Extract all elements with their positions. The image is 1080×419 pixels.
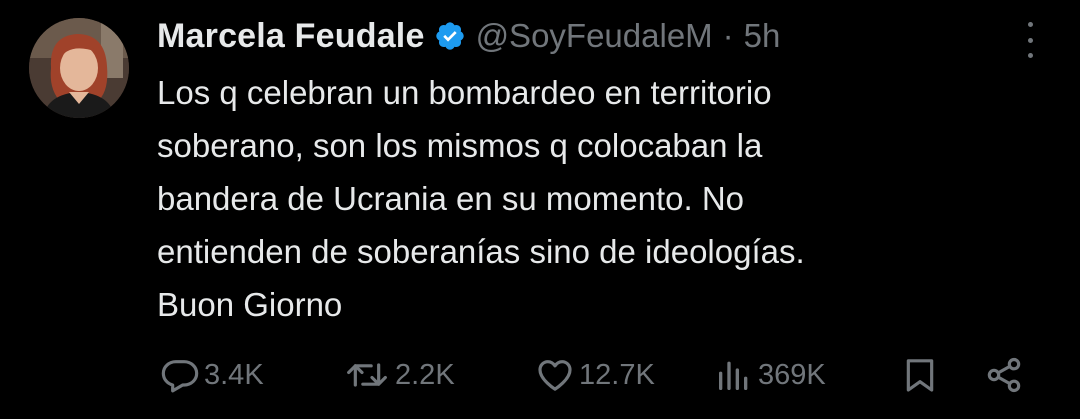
more-options-button[interactable] <box>1018 22 1042 58</box>
tweet-text: Los q celebran un bombardeo en territori… <box>157 66 1037 331</box>
separator-dot: · <box>722 17 734 54</box>
more-icon-dot <box>1027 53 1033 58</box>
timestamp[interactable]: 5h <box>744 17 781 55</box>
heart-icon <box>538 360 572 391</box>
bookmark-icon <box>906 359 934 392</box>
tweet-header: Marcela Feudale @SoyFeudaleM · 5h <box>157 16 780 56</box>
bookmark-button[interactable] <box>900 350 940 400</box>
reply-count: 3.4K <box>204 358 264 391</box>
avatar-image <box>29 18 129 118</box>
more-icon-dot <box>1027 22 1033 27</box>
repost-button[interactable]: 2.2K <box>343 350 455 400</box>
tweet-text-line: bandera de Ucrania en su momento. No <box>157 180 745 217</box>
avatar[interactable] <box>29 18 129 118</box>
tweet-text-line: entienden de soberanías sino de ideologí… <box>157 233 805 270</box>
author-handle[interactable]: @SoyFeudaleM <box>476 17 713 55</box>
action-bar: 3.4K 2.2K 12.7K 369K <box>0 350 1080 400</box>
views-icon <box>719 361 748 390</box>
like-count: 12.7K <box>579 358 655 391</box>
more-icon-dot <box>1027 37 1033 43</box>
reply-icon <box>161 360 199 393</box>
repost-icon <box>347 363 387 387</box>
share-button[interactable] <box>984 350 1024 400</box>
tweet-text-line: soberano, son los mismos q colocaban la <box>157 127 763 164</box>
reply-button[interactable]: 3.4K <box>160 350 264 400</box>
share-icon <box>987 357 1021 393</box>
like-button[interactable]: 12.7K <box>535 350 655 400</box>
tweet-text-line: Buon Giorno <box>157 286 343 323</box>
views-count: 369K <box>758 358 826 391</box>
verified-badge-icon[interactable] <box>434 20 466 52</box>
repost-count: 2.2K <box>395 358 455 391</box>
tweet-text-line: Los q celebran un bombardeo en territori… <box>157 74 772 111</box>
views-button[interactable]: 369K <box>714 350 826 400</box>
author-name[interactable]: Marcela Feudale <box>157 17 425 56</box>
